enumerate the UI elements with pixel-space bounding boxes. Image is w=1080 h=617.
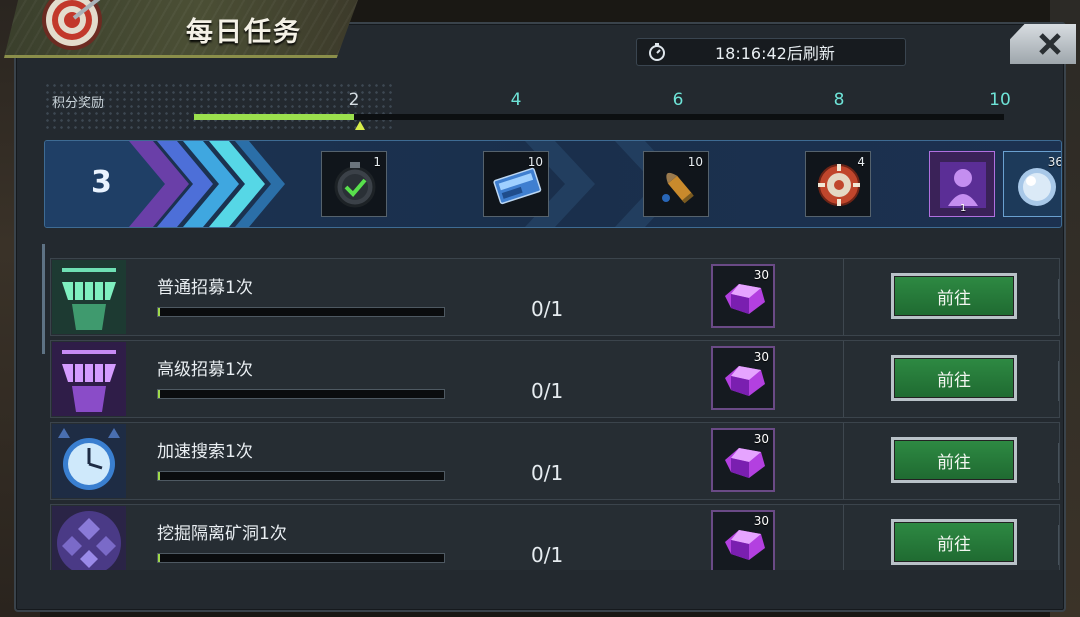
chevron-arrows-icon	[45, 141, 285, 227]
task-row: 高级招募1次 0/1 30 前往	[50, 340, 1060, 418]
row-divider	[843, 341, 844, 417]
tick-8: 8	[833, 90, 845, 110]
go-button[interactable]: 前往	[891, 355, 1017, 401]
tick-2: 2	[348, 90, 360, 110]
reward-qty: 10	[527, 155, 543, 169]
task-row: 加速搜索1次 0/1 30 前往	[50, 422, 1060, 500]
task-name: 挖掘隔离矿洞1次	[157, 524, 287, 544]
task-progress-bar	[157, 471, 445, 481]
task-list[interactable]: 普通招募1次 0/1 30 前往 高级招募1次 0/1 30 前往 加速搜索1次…	[40, 244, 1064, 570]
reward-qty: 30	[753, 268, 769, 282]
row-divider	[843, 259, 844, 335]
scrollbar[interactable]	[42, 244, 45, 354]
reward-slot-crystal-orb[interactable]: 36	[1003, 151, 1062, 217]
go-button[interactable]: 前往	[891, 273, 1017, 319]
reward-slot-bullet[interactable]: 10	[643, 151, 709, 217]
speedup-clock-icon	[52, 424, 126, 498]
score-number: 3	[91, 165, 112, 200]
task-name: 普通招募1次	[157, 278, 253, 298]
points-track	[194, 114, 1004, 120]
task-reward-slot[interactable]: 30	[711, 428, 775, 492]
tick-10: 10	[989, 90, 1011, 110]
target-dart-icon	[42, 0, 102, 50]
points-track-fill	[194, 114, 354, 120]
reward-slot-hero-card[interactable]: 1	[929, 151, 995, 217]
close-button[interactable]	[1010, 24, 1076, 64]
task-progress-text: 0/1	[531, 379, 564, 403]
reward-slot-cinema-ticket[interactable]: 10	[483, 151, 549, 217]
task-name: 加速搜索1次	[157, 442, 253, 462]
task-reward-slot[interactable]: 30	[711, 510, 775, 570]
row-divider	[843, 505, 844, 570]
refresh-timer-text: 18:16:42后刷新	[715, 44, 835, 63]
reward-qty: 10	[687, 155, 703, 169]
tick-4: 4	[510, 90, 522, 110]
reward-qty: 36	[1047, 155, 1062, 169]
reward-slot-poker-chip[interactable]: 4	[805, 151, 871, 217]
reward-qty: 30	[753, 350, 769, 364]
refresh-timer: 18:16:42后刷新	[636, 38, 906, 66]
task-row: 挖掘隔离矿洞1次 0/1 30 前往	[50, 504, 1060, 570]
points-reward-bar: 积分奖励 2 4 6 8 10	[40, 80, 1068, 132]
reward-qty: 30	[753, 432, 769, 446]
task-reward-slot[interactable]: 30	[711, 346, 775, 410]
task-progress-text: 0/1	[531, 461, 564, 485]
task-name: 高级招募1次	[157, 360, 253, 380]
tick-6: 6	[672, 90, 684, 110]
reward-qty: 1	[373, 155, 381, 169]
task-progress-text: 0/1	[531, 543, 564, 567]
page-title: 每日任务	[186, 17, 302, 48]
task-progress-fill	[158, 554, 160, 562]
task-progress-bar	[157, 553, 445, 563]
go-button[interactable]: 前往	[891, 437, 1017, 483]
reward-strip: 3 1 10 10 4 1 36	[44, 140, 1062, 228]
reward-qty: 30	[753, 514, 769, 528]
green-recruit-pod-icon	[52, 260, 126, 334]
purple-recruit-pod-icon	[52, 342, 126, 416]
close-icon	[1039, 33, 1061, 55]
go-button[interactable]: 前往	[891, 519, 1017, 565]
stopwatch-icon	[649, 43, 665, 61]
task-progress-fill	[158, 390, 160, 398]
task-progress-text: 0/1	[531, 297, 564, 321]
row-divider	[843, 423, 844, 499]
mine-crystal-icon	[52, 506, 126, 570]
task-progress-fill	[158, 472, 160, 480]
task-progress-bar	[157, 389, 445, 399]
task-row: 普通招募1次 0/1 30 前往	[50, 258, 1060, 336]
task-progress-fill	[158, 308, 160, 316]
points-label: 积分奖励	[52, 96, 105, 111]
reward-slot-stopwatch[interactable]: 1	[321, 151, 387, 217]
reward-qty: 4	[857, 155, 865, 169]
task-reward-slot[interactable]: 30	[711, 264, 775, 328]
reward-qty: 1	[960, 203, 967, 214]
task-progress-bar	[157, 307, 445, 317]
current-points-marker	[355, 121, 365, 130]
